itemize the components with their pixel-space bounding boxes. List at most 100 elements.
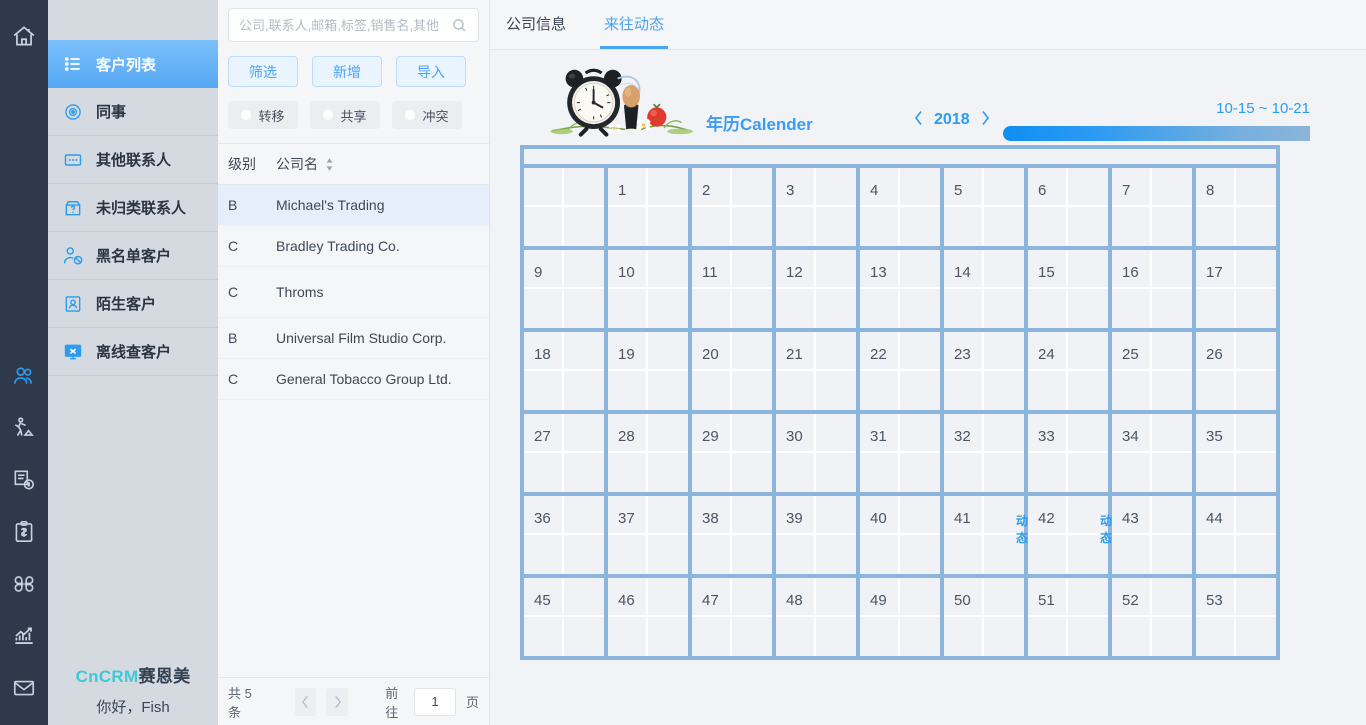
week-cell[interactable]: 49: [860, 578, 940, 656]
cell-quadrant: [1196, 617, 1236, 656]
prev-page-button[interactable]: [294, 687, 317, 716]
week-cell[interactable]: 45: [524, 578, 604, 656]
import-button[interactable]: 导入: [396, 56, 466, 87]
week-cell[interactable]: 21: [776, 332, 856, 410]
week-cell[interactable]: 32: [944, 414, 1024, 492]
week-cell[interactable]: 20: [692, 332, 772, 410]
table-row[interactable]: C Throms: [218, 267, 489, 318]
week-cell[interactable]: 5: [944, 168, 1024, 246]
week-cell[interactable]: 27: [524, 414, 604, 492]
sidebar-item-offline-lookup[interactable]: 离线查客户: [48, 328, 218, 376]
week-cell[interactable]: 23: [944, 332, 1024, 410]
customers-icon[interactable]: [0, 350, 48, 402]
sidebar-item-customer-list[interactable]: 客户列表: [48, 40, 218, 88]
table-row[interactable]: C General Tobacco Group Ltd.: [218, 359, 489, 400]
sidebar-item-unclassified-contacts[interactable]: 未归类联系人: [48, 184, 218, 232]
tab-interaction-activity[interactable]: 来往动态: [600, 13, 669, 49]
table-row[interactable]: B Michael's Trading: [218, 185, 489, 226]
week-cell[interactable]: 11: [692, 250, 772, 328]
search-icon[interactable]: [451, 17, 468, 34]
user-greeting: 你好，Fish: [96, 699, 170, 716]
add-button[interactable]: 新增: [312, 56, 382, 87]
week-cell[interactable]: 52: [1112, 578, 1192, 656]
week-cell[interactable]: 37: [608, 496, 688, 574]
share-chip[interactable]: 共享: [310, 101, 380, 129]
week-cell[interactable]: 18: [524, 332, 604, 410]
sidebar-item-stranger-customers[interactable]: 陌生客户: [48, 280, 218, 328]
week-cell[interactable]: 19: [608, 332, 688, 410]
week-cell[interactable]: 30: [776, 414, 856, 492]
finance-icon[interactable]: [0, 506, 48, 558]
week-cell[interactable]: 29: [692, 414, 772, 492]
week-cell[interactable]: 31: [860, 414, 940, 492]
week-cell[interactable]: 34: [1112, 414, 1192, 492]
week-cell[interactable]: 4: [860, 168, 940, 246]
week-cell[interactable]: 44: [1196, 496, 1276, 574]
cell-quadrant: [648, 453, 688, 492]
page-number-input[interactable]: [413, 687, 456, 716]
sort-arrows-icon[interactable]: [324, 157, 335, 172]
activity-link[interactable]: 动态: [1100, 512, 1112, 546]
apps-icon[interactable]: [0, 558, 48, 610]
next-year-icon[interactable]: [980, 110, 990, 130]
week-cell[interactable]: 48: [776, 578, 856, 656]
week-cell[interactable]: 24: [1028, 332, 1108, 410]
week-cell[interactable]: 39: [776, 496, 856, 574]
week-cell[interactable]: 51: [1028, 578, 1108, 656]
conflict-chip[interactable]: 冲突: [392, 101, 462, 129]
mail-icon[interactable]: [0, 662, 48, 714]
cell-quadrant: [692, 453, 732, 492]
week-cell[interactable]: 33: [1028, 414, 1108, 492]
sidebar-item-colleagues[interactable]: 同事: [48, 88, 218, 136]
week-cell[interactable]: 14: [944, 250, 1024, 328]
sidebar-item-blacklist-customers[interactable]: 黑名单客户: [48, 232, 218, 280]
week-cell[interactable]: 9: [524, 250, 604, 328]
tab-company-info[interactable]: 公司信息: [502, 13, 570, 49]
week-cell[interactable]: 47: [692, 578, 772, 656]
week-cell[interactable]: 8: [1196, 168, 1276, 246]
week-cell[interactable]: 36: [524, 496, 604, 574]
week-cell[interactable]: 40: [860, 496, 940, 574]
table-row[interactable]: C Bradley Trading Co.: [218, 226, 489, 267]
sidebar-item-other-contacts[interactable]: 其他联系人: [48, 136, 218, 184]
week-cell[interactable]: 35: [1196, 414, 1276, 492]
week-cell[interactable]: 10: [608, 250, 688, 328]
week-cell[interactable]: 41 动态: [944, 496, 1028, 574]
week-cell[interactable]: 3: [776, 168, 856, 246]
column-header-company[interactable]: 公司名: [276, 154, 489, 174]
invoice-icon[interactable]: [0, 454, 48, 506]
week-cell[interactable]: 13: [860, 250, 940, 328]
transfer-chip[interactable]: 转移: [228, 101, 298, 129]
week-cell[interactable]: 42 动态: [1028, 496, 1112, 574]
week-cell[interactable]: 16: [1112, 250, 1192, 328]
chart-icon[interactable]: [0, 610, 48, 662]
filter-button[interactable]: 筛选: [228, 56, 298, 87]
week-cell[interactable]: 7: [1112, 168, 1192, 246]
week-cell[interactable]: 25: [1112, 332, 1192, 410]
week-cell[interactable]: 28: [608, 414, 688, 492]
week-cell[interactable]: 38: [692, 496, 772, 574]
week-cell[interactable]: 15: [1028, 250, 1108, 328]
week-cell[interactable]: 17: [1196, 250, 1276, 328]
week-cell[interactable]: 53: [1196, 578, 1276, 656]
cell-quadrant: [524, 371, 564, 410]
search-input[interactable]: [239, 17, 451, 33]
week-cell[interactable]: 26: [1196, 332, 1276, 410]
search-box[interactable]: [228, 8, 479, 42]
week-cell[interactable]: 12: [776, 250, 856, 328]
week-cell[interactable]: 22: [860, 332, 940, 410]
week-cell[interactable]: 2: [692, 168, 772, 246]
week-cell[interactable]: 6: [1028, 168, 1108, 246]
week-cell[interactable]: [524, 168, 604, 246]
date-range-bar[interactable]: [1003, 126, 1310, 141]
week-cell[interactable]: 43: [1112, 496, 1192, 574]
prev-year-icon[interactable]: [914, 110, 924, 130]
business-trip-icon[interactable]: [0, 402, 48, 454]
home-icon[interactable]: [0, 10, 48, 62]
week-cell[interactable]: 1: [608, 168, 688, 246]
next-page-button[interactable]: [326, 687, 348, 716]
week-cell[interactable]: 50: [944, 578, 1024, 656]
table-row[interactable]: B Universal Film Studio Corp.: [218, 318, 489, 359]
week-cell[interactable]: 46: [608, 578, 688, 656]
activity-link[interactable]: 动态: [1016, 512, 1028, 546]
